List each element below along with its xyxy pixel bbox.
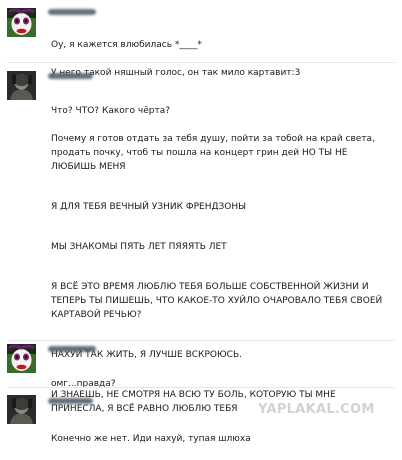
- message-paragraph: МЫ ЗНАКОМЫ ПЯТЬ ЛЕТ ПЯЯЯТЬ ЛЕТ: [51, 242, 227, 252]
- sender-name-blurred[interactable]: [48, 346, 96, 352]
- dark-figure-icon[interactable]: [7, 395, 36, 424]
- message-divider: [7, 62, 395, 63]
- message-divider: [7, 340, 395, 341]
- message-text: Конечно же нет. Иди нахуй, тупая шлюха: [51, 418, 388, 460]
- dark-figure-icon[interactable]: [7, 71, 36, 100]
- message-line: Оу, я кажется влюбилась *____*: [51, 40, 202, 50]
- watermark-text: YAPLAKAL.COM: [258, 402, 375, 417]
- message-text: омг...правда?: [51, 363, 388, 405]
- message-paragraph: Я ВСЁ ЭТО ВРЕМЯ ЛЮБЛЮ ТЕБЯ БОЛЬШЕ СОБСТВ…: [51, 282, 383, 320]
- message-paragraph: НАХУЙ ТАК ЖИТЬ, Я ЛУЧШЕ ВСКРОЮСЬ.: [51, 350, 242, 360]
- sender-name-blurred[interactable]: [48, 73, 93, 79]
- clown-face-icon[interactable]: [7, 344, 36, 373]
- message-text: Оу, я кажется влюбилась *____* У него та…: [51, 24, 388, 94]
- message-line: омг...правда?: [51, 379, 116, 389]
- sender-name-blurred[interactable]: [48, 398, 93, 404]
- message-paragraph: Почему я готов отдать за тебя душу, пойт…: [51, 134, 375, 172]
- message-line: Конечно же нет. Иди нахуй, тупая шлюха: [51, 434, 251, 444]
- message-paragraph: Я ДЛЯ ТЕБЯ ВЕЧНЫЙ УЗНИК ФРЕНДЗОНЫ: [51, 202, 247, 212]
- message-paragraph: Что? ЧТО? Какого чёрта?: [51, 106, 170, 116]
- clown-face-icon[interactable]: [7, 8, 36, 37]
- sender-name-blurred[interactable]: [48, 9, 96, 15]
- message-line: У него такой няшный голос, он так мило к…: [51, 68, 301, 78]
- message-divider: [7, 387, 395, 388]
